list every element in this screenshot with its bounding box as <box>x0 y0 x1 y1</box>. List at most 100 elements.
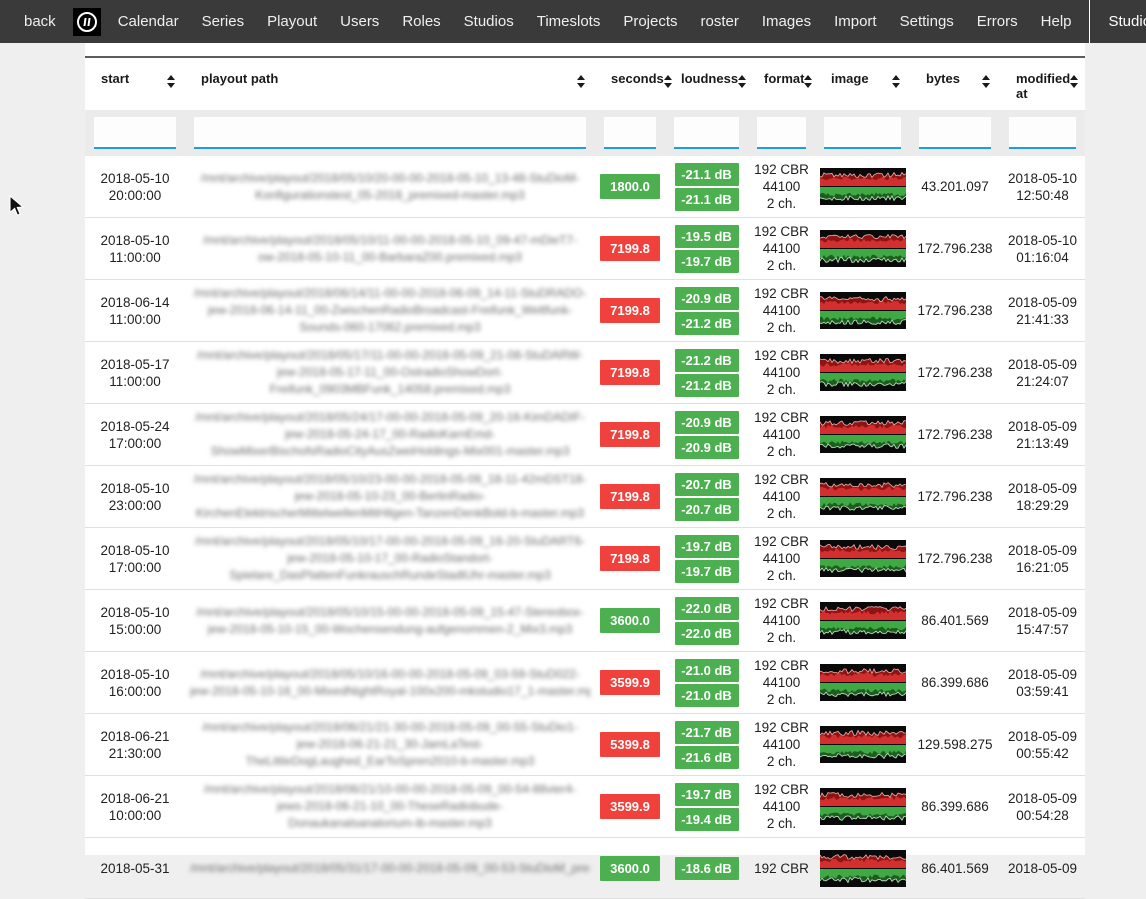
filter-cell-modified <box>1000 117 1085 149</box>
seconds-badge: 7199.8 <box>600 236 660 261</box>
nav-item-playout[interactable]: Playout <box>261 13 323 30</box>
filter-format-input[interactable] <box>757 117 806 149</box>
loudness-cell: -18.6 dB <box>665 851 748 886</box>
filter-modified-input[interactable] <box>1009 117 1076 149</box>
mouse-cursor-icon <box>9 195 25 217</box>
seconds-badge: 3599.9 <box>600 670 660 695</box>
playout-path-cell: /mnt/archive/playout/2018/05/10/23-00-00… <box>185 466 595 527</box>
seconds-badge: 3600.0 <box>600 608 660 633</box>
seconds-cell: 7199.8 <box>595 417 665 452</box>
playout-path-line-blurred: Donaukanalsanatorium-ib-master.mp3 <box>288 815 491 832</box>
seconds-badge: 7199.8 <box>600 546 660 571</box>
bytes-cell: 172.796.238 <box>910 545 1000 572</box>
start-cell: 2018-05-2417:00:00 <box>85 413 185 457</box>
nav-items: Calendar Series Playout Users Roles Studios Ti… <box>112 13 1078 30</box>
table-row: 2018-05-1023:00:00/mnt/archive/playout/2… <box>85 466 1085 528</box>
studio-select[interactable]: Studio Piradio <box>1101 0 1146 43</box>
nav-item-users[interactable]: Users <box>334 13 385 30</box>
table-body: 2018-05-1020:00:00/mnt/archive/playout/2… <box>85 156 1085 899</box>
column-header-image[interactable]: image <box>815 58 910 110</box>
nav-item-studios[interactable]: Studios <box>458 13 520 30</box>
table-row: 2018-06-2110:00:00/mnt/archive/playout/2… <box>85 776 1085 838</box>
sort-icon[interactable] <box>892 75 900 88</box>
seconds-cell: 5399.8 <box>595 727 665 762</box>
nav-item-calendar[interactable]: Calendar <box>112 13 185 30</box>
playout-path-cell: /mnt/archive/playout/2018/05/10/15-00-00… <box>185 599 595 643</box>
playout-path-line-blurred: /mnt/archive/playout/2018/05/10/17-00-00… <box>195 533 585 550</box>
loudness-badge: -20.7 dB <box>675 498 739 521</box>
sort-icon[interactable] <box>982 75 990 88</box>
start-cell: 2018-05-1020:00:00 <box>85 165 185 209</box>
seconds-badge: 1800.0 <box>600 174 660 199</box>
modified-at-cell: 2018-05-0903:59:41 <box>1000 661 1085 705</box>
loudness-cell: -21.2 dB-21.2 dB <box>665 343 748 403</box>
column-header-bytes[interactable]: bytes <box>910 58 1000 110</box>
sort-icon[interactable] <box>167 75 175 88</box>
column-header-modified[interactable]: modified at <box>1000 58 1085 110</box>
image-cell <box>815 473 910 520</box>
piradio-logo-icon[interactable] <box>73 8 101 36</box>
playout-path-cell: /mnt/archive/playout/2018/06/14/11-00-00… <box>185 280 595 341</box>
loudness-cell: -21.0 dB-21.0 dB <box>665 653 748 713</box>
filter-bytes-input[interactable] <box>919 117 991 149</box>
playout-path-line-blurred: Spielare_DasPlattenFunkrauschRundeStadtU… <box>229 567 551 584</box>
nav-item-roster[interactable]: roster <box>695 13 745 30</box>
column-label: bytes <box>926 71 960 86</box>
playout-path-line-blurred: jew-2018-05-10-23_00-BerlinRadio- <box>295 488 486 505</box>
seconds-badge: 7199.8 <box>600 422 660 447</box>
nav-item-series[interactable]: Series <box>196 13 251 30</box>
seconds-cell: 3600.0 <box>595 851 665 886</box>
filter-start-input[interactable] <box>94 117 176 149</box>
format-cell: 192 CBR441002 ch. <box>748 218 815 279</box>
column-label: start <box>101 71 129 86</box>
column-header-format[interactable]: format <box>748 58 815 110</box>
playout-path-line-blurred: /mnt/archive/playout/2018/05/10/16-00-00… <box>200 666 580 683</box>
start-cell: 2018-06-2110:00:00 <box>85 785 185 829</box>
nav-item-import[interactable]: Import <box>828 13 883 30</box>
loudness-badge: -21.2 dB <box>675 349 739 372</box>
loudness-cell: -20.7 dB-20.7 dB <box>665 467 748 527</box>
sort-icon[interactable] <box>738 75 746 88</box>
nav-item-errors[interactable]: Errors <box>971 13 1024 30</box>
playout-path-line-blurred: KirchenElektrischerMittelwellenMitHilgen… <box>196 505 584 522</box>
table-row: 2018-05-1015:00:00/mnt/archive/playout/2… <box>85 590 1085 652</box>
column-header-path[interactable]: playout path <box>185 58 595 110</box>
back-button[interactable]: back <box>18 13 62 30</box>
nav-item-projects[interactable]: Projects <box>617 13 683 30</box>
column-header-loudness[interactable]: loudness <box>665 58 748 110</box>
playout-path-line-blurred: jew-2018-05-10-16_00-MixedNightRoyal-100… <box>190 683 590 700</box>
nav-item-timeslots[interactable]: Timeslots <box>531 13 607 30</box>
playout-path-cell: /mnt/archive/playout/2018/05/10/11-00-00… <box>185 227 595 271</box>
start-cell: 2018-06-2121:30:00 <box>85 723 185 767</box>
filter-seconds-input[interactable] <box>604 117 656 149</box>
playout-path-line-blurred: Konfigurationstest_05-2018_premixed-mast… <box>255 187 524 204</box>
column-header-seconds[interactable]: seconds <box>595 58 665 110</box>
image-cell <box>815 287 910 334</box>
top-navbar: back Calendar Series Playout Users Roles Stud… <box>0 0 1146 43</box>
nav-item-settings[interactable]: Settings <box>894 13 960 30</box>
format-cell: 192 CBR441002 ch. <box>748 528 815 589</box>
modified-at-cell: 2018-05-1012:50:48 <box>1000 165 1085 209</box>
filter-loudness-input[interactable] <box>674 117 739 149</box>
table-row: 2018-06-2121:30:00/mnt/archive/playout/2… <box>85 714 1085 776</box>
start-cell: 2018-05-1011:00:00 <box>85 227 185 271</box>
playout-path-line-blurred: /mnt/archive/playout/2018/05/31/17-00-00… <box>190 860 590 877</box>
sort-icon[interactable] <box>1070 75 1078 88</box>
filter-cell-loudness <box>665 117 748 149</box>
nav-item-roles[interactable]: Roles <box>396 13 446 30</box>
waveform-thumbnail <box>820 850 906 887</box>
filter-path-input[interactable] <box>194 117 586 149</box>
sort-icon[interactable] <box>804 75 812 88</box>
filter-image-input[interactable] <box>824 117 901 149</box>
sort-icon[interactable] <box>577 75 585 88</box>
filter-cell-image <box>815 117 910 149</box>
nav-item-help[interactable]: Help <box>1035 13 1078 30</box>
playout-path-line-blurred: ow-2018-05-10-11_00-BarbaraZ00.premixed.… <box>258 249 522 266</box>
bytes-cell: 86.401.569 <box>910 607 1000 634</box>
column-header-start[interactable]: start <box>85 58 185 110</box>
loudness-badge: -21.2 dB <box>675 312 739 335</box>
loudness-badge: -22.0 dB <box>675 597 739 620</box>
nav-item-images[interactable]: Images <box>756 13 817 30</box>
modified-at-cell: 2018-05-1001:16:04 <box>1000 227 1085 271</box>
start-cell: 2018-05-31 <box>85 855 185 882</box>
